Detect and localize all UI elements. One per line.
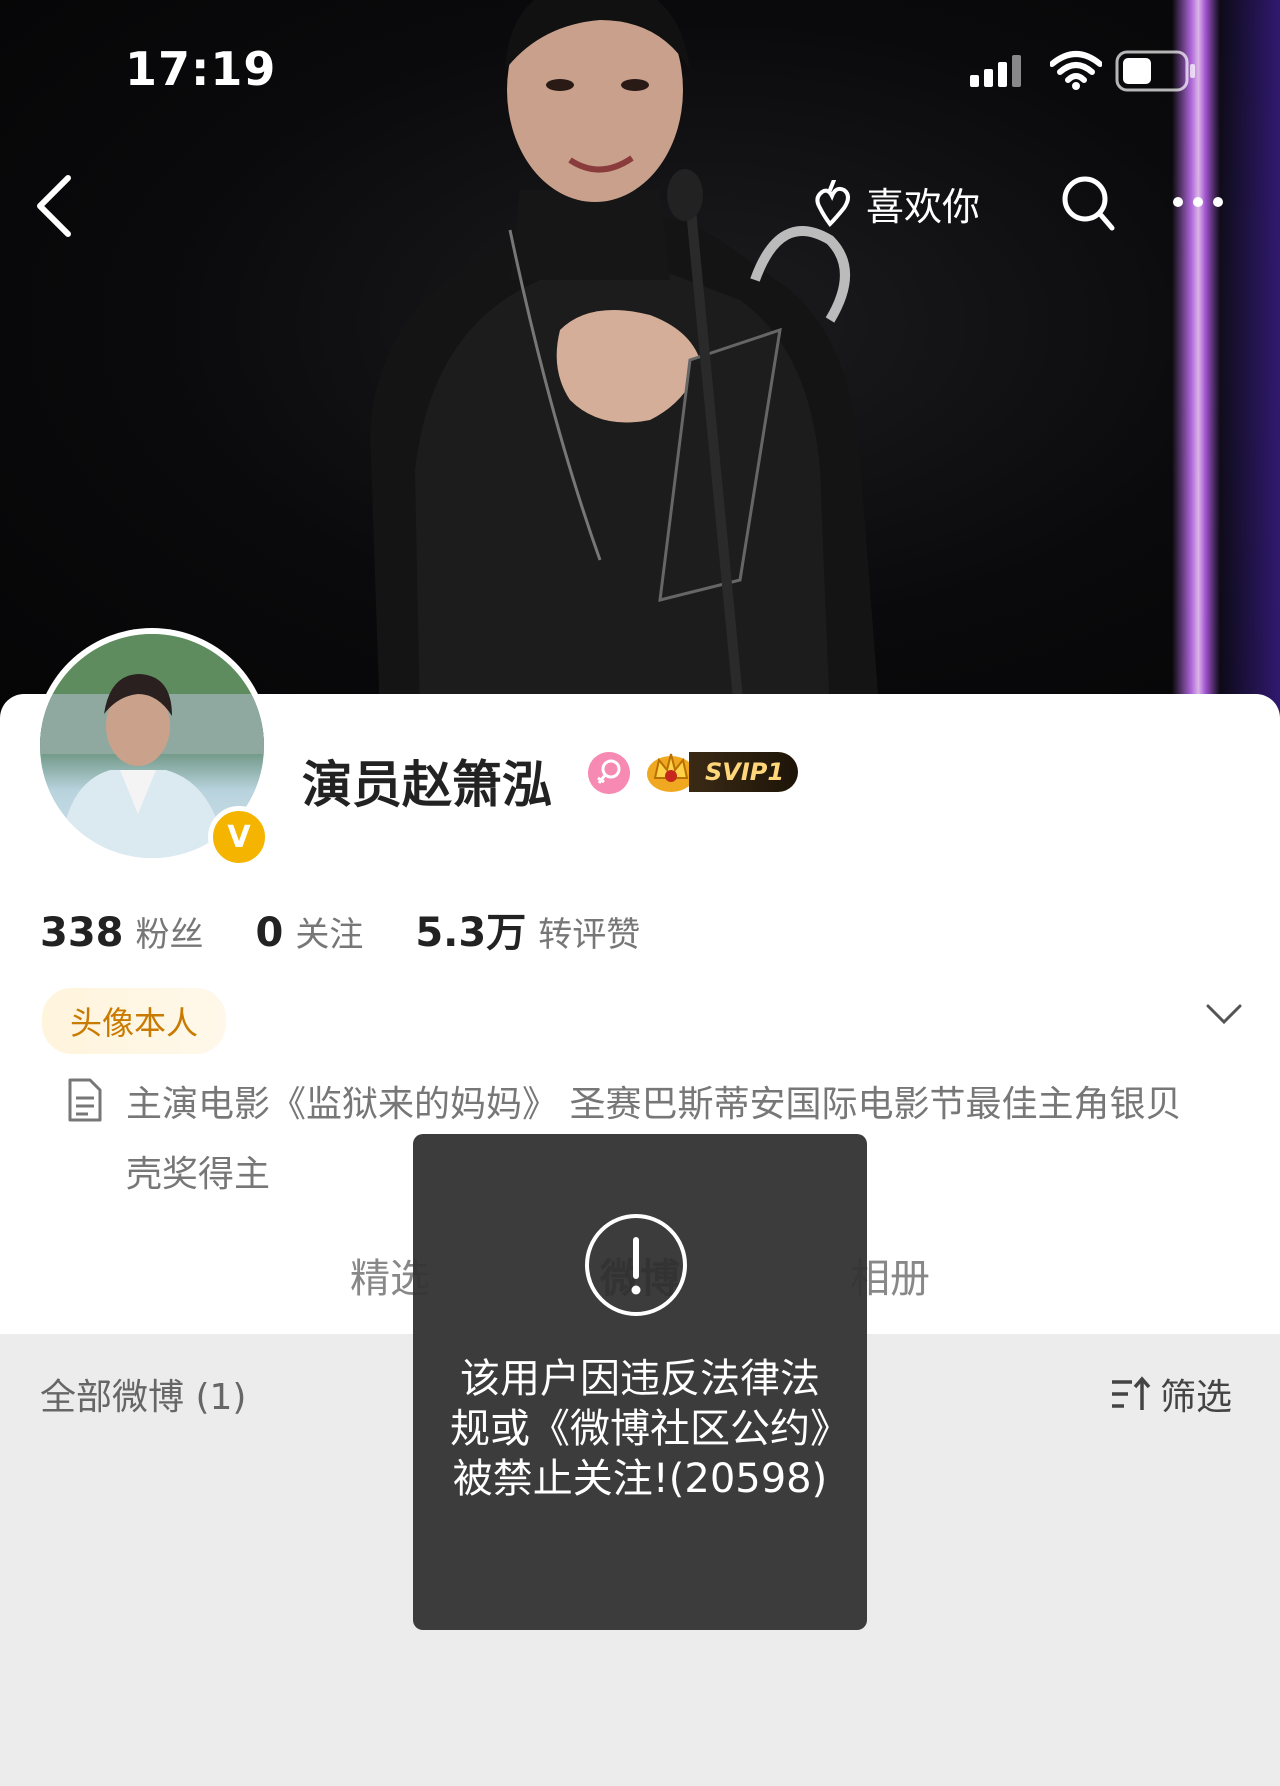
heart-hand-icon — [815, 179, 850, 227]
toast-message: 该用户因违反法律法规或《微博社区公约》被禁止关注!(20598) — [450, 1356, 830, 1502]
svip-label: SVIP1 — [689, 752, 799, 792]
search-icon[interactable] — [1060, 174, 1116, 232]
like-you-label: 喜欢你 — [866, 185, 981, 229]
svip-badge[interactable]: SVIP1 — [645, 748, 799, 796]
document-icon — [68, 1078, 102, 1122]
following-label[interactable]: 关注 — [295, 907, 363, 956]
profile-name: 演员赵箫泓 — [302, 756, 552, 814]
profile-stats: 338 粉丝 0 关注 5.3万 转评赞 — [40, 900, 692, 958]
wifi-icon — [1050, 51, 1102, 90]
profile-tag[interactable]: 头像本人 — [42, 988, 227, 1054]
exclamation-icon — [585, 1214, 687, 1316]
status-time: 17:19 — [125, 42, 277, 96]
filter-button[interactable]: 筛选 — [1110, 1368, 1232, 1420]
followers-label[interactable]: 粉丝 — [136, 907, 204, 956]
like-you-button[interactable]: 喜欢你 — [810, 176, 980, 231]
likes-count[interactable]: 5.3万 — [415, 900, 526, 958]
back-arrow-icon[interactable] — [30, 170, 80, 240]
battery-icon — [1115, 50, 1195, 92]
status-bar: 17:19 — [0, 0, 1280, 140]
likes-label[interactable]: 转评赞 — [538, 907, 640, 956]
followers-count[interactable]: 338 — [40, 910, 124, 956]
sort-filter-icon — [1112, 1376, 1151, 1410]
all-posts-count[interactable]: 全部微博 (1) — [40, 1368, 246, 1420]
more-options-icon[interactable] — [1168, 180, 1228, 224]
filter-label: 筛选 — [1160, 1377, 1233, 1418]
cellular-signal-icon — [970, 55, 1021, 87]
chevron-down-icon[interactable] — [1204, 1002, 1244, 1026]
error-toast: 该用户因违反法律法规或《微博社区公约》被禁止关注!(20598) — [413, 1134, 867, 1630]
profile-navbar: 喜欢你 — [0, 160, 1280, 250]
verified-badge: V — [208, 806, 270, 868]
female-gender-icon — [588, 752, 630, 794]
following-count[interactable]: 0 — [256, 910, 284, 956]
